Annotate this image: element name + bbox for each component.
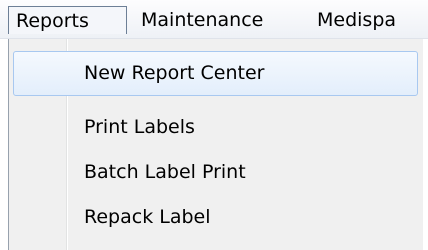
menu-reports[interactable]: Reports <box>8 6 127 34</box>
menu-item-new-report-center[interactable]: New Report Center <box>13 51 418 96</box>
menu-bar: Reports Maintenance Medispa <box>0 0 428 39</box>
menu-item-batch-label-print[interactable]: Batch Label Print <box>13 150 418 195</box>
menu-item-repack-label[interactable]: Repack Label <box>13 195 418 240</box>
menu-item-label: Batch Label Print <box>84 161 246 183</box>
menu-item-label: Repack Label <box>84 206 211 228</box>
menu-item-label: New Report Center <box>84 62 265 84</box>
menu-item-print-labels[interactable]: Print Labels <box>13 105 418 150</box>
reports-dropdown-menu: New Report Center Print Labels Batch Lab… <box>8 39 423 250</box>
menu-maintenance[interactable]: Maintenance <box>141 6 263 34</box>
menu-medispa[interactable]: Medispa <box>317 6 396 34</box>
menu-item-label: Print Labels <box>84 116 195 138</box>
